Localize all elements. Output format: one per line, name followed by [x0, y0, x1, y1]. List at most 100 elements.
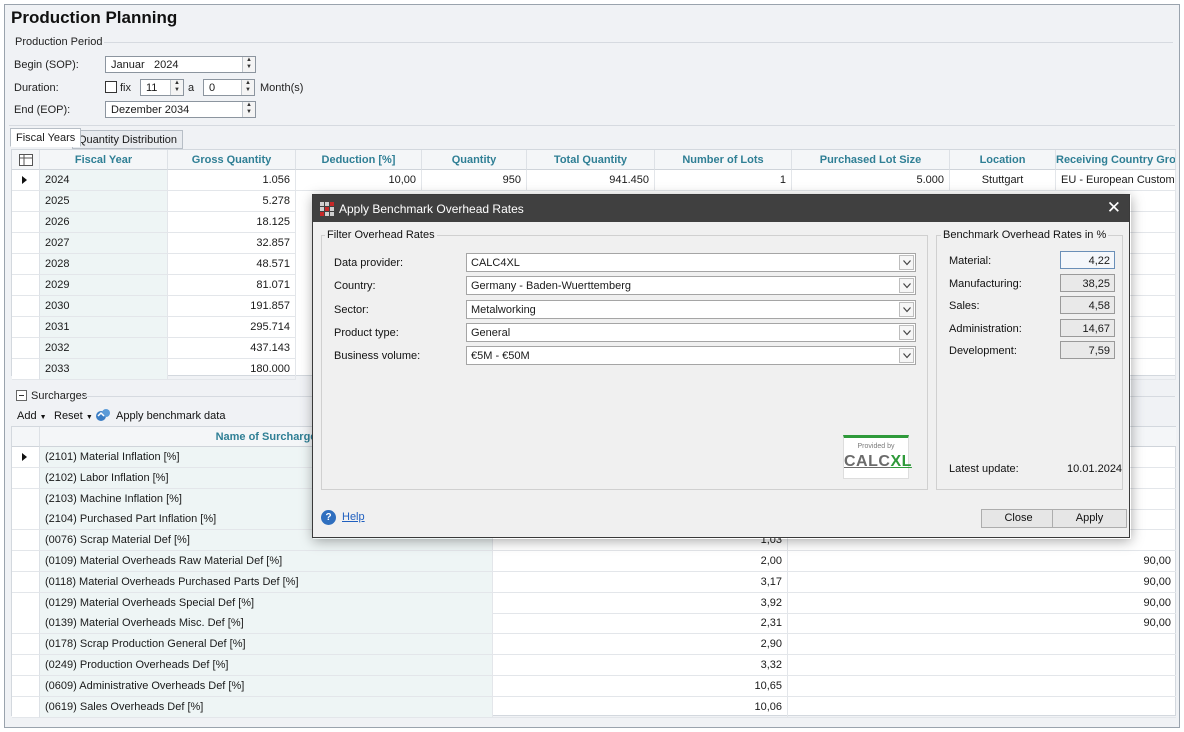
fiscal-cell-year[interactable]: 2033: [40, 359, 168, 380]
surcharge-value[interactable]: 3,92: [493, 592, 788, 614]
fiscal-cell-gross[interactable]: 5.278: [168, 191, 296, 212]
surcharge-value[interactable]: 3,32: [493, 655, 788, 676]
fiscal-cell-year[interactable]: 2027: [40, 233, 168, 254]
row-indicator[interactable]: [12, 634, 40, 656]
fiscal-cell-gross[interactable]: 437.143: [168, 338, 296, 359]
fiscal-cell-total[interactable]: 941.450: [527, 170, 655, 191]
fiscal-cell-gross[interactable]: 18.125: [168, 212, 296, 233]
rate-value[interactable]: 4,58: [1060, 296, 1115, 314]
column-header[interactable]: Purchased Lot Size: [792, 150, 950, 170]
filter-combo[interactable]: General: [466, 322, 916, 342]
fiscal-cell-year[interactable]: 2030: [40, 296, 168, 317]
rate-value[interactable]: 14,67: [1060, 318, 1115, 337]
row-indicator[interactable]: [12, 447, 40, 468]
reset-button[interactable]: Reset ▼: [54, 410, 93, 422]
close-icon[interactable]: ✕: [1107, 198, 1121, 218]
tab-quantity-distribution[interactable]: Quantity Distribution: [72, 130, 184, 149]
column-header[interactable]: Total Quantity: [527, 150, 655, 170]
fiscal-cell-gross[interactable]: 295.714: [168, 317, 296, 338]
fix-checkbox[interactable]: [105, 81, 117, 93]
fiscal-cell-gross[interactable]: 32.857: [168, 233, 296, 254]
row-indicator[interactable]: [12, 551, 40, 572]
fiscal-cell-gross[interactable]: 81.071: [168, 275, 296, 296]
fiscal-cell-year[interactable]: 2032: [40, 338, 168, 359]
fiscal-cell-year[interactable]: 2024: [40, 170, 168, 191]
row-indicator[interactable]: [12, 296, 40, 317]
chevron-down-icon[interactable]: [899, 301, 914, 317]
row-indicator[interactable]: [12, 655, 40, 676]
collapse-icon[interactable]: [16, 390, 27, 401]
fiscal-cell-year[interactable]: 2026: [40, 212, 168, 233]
apply-button[interactable]: Apply: [1052, 509, 1127, 528]
column-header[interactable]: Quantity: [422, 150, 527, 170]
row-indicator[interactable]: [12, 467, 40, 489]
surcharge-name[interactable]: (0109) Material Overheads Raw Material D…: [40, 551, 493, 572]
chevron-down-icon[interactable]: [899, 255, 914, 270]
fiscal-cell-quantity[interactable]: 950: [422, 170, 527, 191]
row-indicator[interactable]: [12, 275, 40, 296]
row-indicator[interactable]: [12, 170, 40, 191]
dialog-titlebar[interactable]: Apply Benchmark Overhead Rates ✕: [313, 195, 1129, 222]
column-chooser-icon[interactable]: [12, 150, 40, 170]
fiscal-cell-deduction[interactable]: 10,00: [296, 170, 422, 191]
fiscal-cell-gross[interactable]: 180.000: [168, 359, 296, 380]
surcharge-extra[interactable]: 90,00: [788, 593, 1176, 614]
fiscal-cell-year[interactable]: 2025: [40, 191, 168, 212]
chevron-down-icon[interactable]: [899, 324, 914, 340]
column-header[interactable]: Gross Quantity: [168, 150, 296, 170]
fiscal-cell-year[interactable]: 2028: [40, 254, 168, 275]
chevron-down-icon[interactable]: [899, 348, 914, 364]
column-header[interactable]: Number of Lots: [655, 150, 792, 170]
surcharge-value[interactable]: 2,90: [493, 634, 788, 656]
surcharge-extra[interactable]: [788, 697, 1176, 718]
fiscal-cell-gross[interactable]: 48.571: [168, 254, 296, 275]
surcharge-extra[interactable]: 90,00: [788, 572, 1176, 593]
duration-months-spinner[interactable]: 0 ▲ ▼: [203, 79, 255, 96]
fiscal-cell-location[interactable]: Stuttgart: [950, 170, 1056, 191]
column-header[interactable]: Fiscal Year: [40, 150, 168, 170]
column-header[interactable]: Deduction [%]: [296, 150, 422, 170]
rate-value[interactable]: 7,59: [1060, 341, 1115, 359]
surcharge-value[interactable]: 10,65: [493, 675, 788, 697]
row-indicator[interactable]: [12, 530, 40, 552]
surcharge-extra[interactable]: 90,00: [788, 613, 1176, 635]
end-eop-spinner[interactable]: Dezember 2034 ▲ ▼: [105, 101, 256, 118]
fiscal-cell-year[interactable]: 2031: [40, 317, 168, 338]
close-button[interactable]: Close: [981, 509, 1056, 528]
row-indicator[interactable]: [12, 233, 40, 254]
row-indicator[interactable]: [12, 359, 40, 380]
chevron-down-icon[interactable]: [899, 278, 914, 294]
tab-fiscal-years[interactable]: Fiscal Years: [10, 128, 82, 147]
surcharge-value[interactable]: 2,31: [493, 613, 788, 635]
row-indicator[interactable]: [12, 613, 40, 635]
rate-value[interactable]: 4,22: [1060, 251, 1115, 269]
fiscal-cell-lot_size[interactable]: 5.000: [792, 170, 950, 191]
filter-combo[interactable]: €5M - €50M: [466, 346, 916, 366]
surcharge-name[interactable]: (0118) Material Overheads Purchased Part…: [40, 571, 493, 593]
help-link[interactable]: Help: [342, 511, 365, 523]
surcharge-name[interactable]: (0609) Administrative Overheads Def [%]: [40, 675, 493, 697]
fiscal-cell-lots[interactable]: 1: [655, 170, 792, 191]
duration-years-spinner[interactable]: 11 ▲ ▼: [140, 79, 184, 96]
surcharge-value[interactable]: 3,17: [493, 571, 788, 593]
surcharge-name[interactable]: (0249) Production Overheads Def [%]: [40, 655, 493, 676]
surcharge-name[interactable]: (0178) Scrap Production General Def [%]: [40, 634, 493, 656]
row-indicator[interactable]: [12, 338, 40, 359]
spin-buttons[interactable]: ▲ ▼: [241, 80, 254, 95]
surcharge-name[interactable]: (0619) Sales Overheads Def [%]: [40, 696, 493, 718]
spin-buttons[interactable]: ▲ ▼: [170, 80, 183, 95]
fiscal-cell-gross[interactable]: 191.857: [168, 296, 296, 317]
surcharge-extra[interactable]: [788, 655, 1176, 676]
help-icon[interactable]: ?: [321, 510, 336, 525]
spin-buttons[interactable]: ▲ ▼: [242, 57, 255, 72]
row-indicator[interactable]: [12, 191, 40, 212]
filter-combo[interactable]: Metalworking: [466, 299, 916, 319]
row-indicator[interactable]: [12, 592, 40, 614]
surcharge-value[interactable]: 10,06: [493, 696, 788, 718]
fiscal-cell-group[interactable]: EU - European Custom...: [1056, 170, 1176, 191]
surcharge-value[interactable]: 2,00: [493, 551, 788, 572]
fiscal-cell-year[interactable]: 2029: [40, 275, 168, 296]
column-header[interactable]: Location: [950, 150, 1056, 170]
surcharge-extra[interactable]: [788, 634, 1176, 656]
row-indicator[interactable]: [12, 488, 40, 510]
